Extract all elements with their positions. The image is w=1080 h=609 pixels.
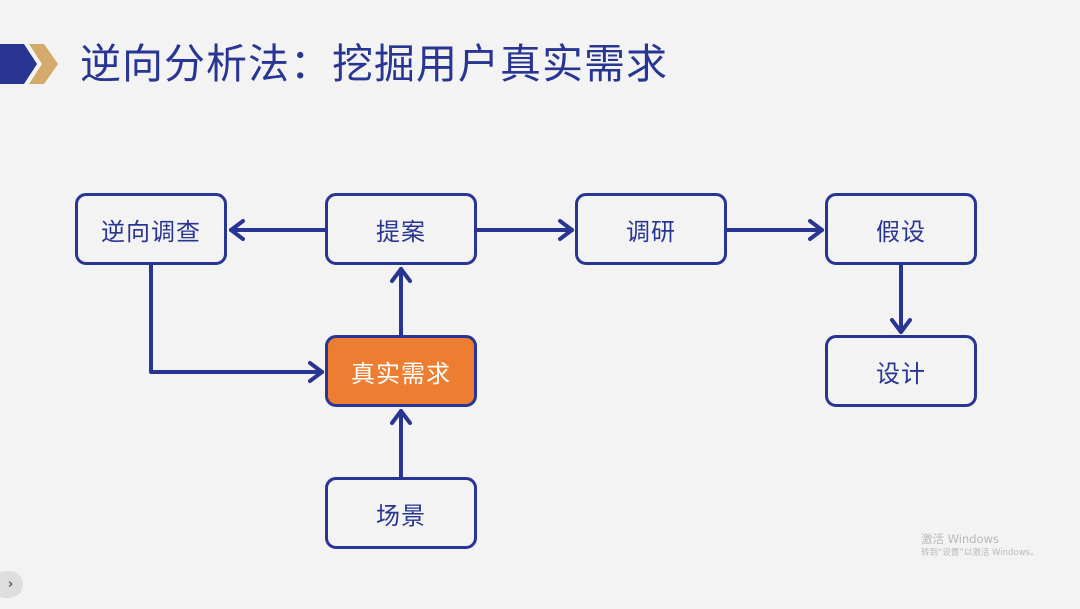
edge-reverse-survey-to-real-needs [149,263,324,383]
edge-proposal-to-research [474,219,574,241]
watermark-subtitle: 转到“设置”以激活 Windows。 [921,548,1039,558]
node-reverse-survey: 逆向调查 [75,193,227,265]
edge-proposal-to-reverse-survey [229,219,328,241]
node-design: 设计 [825,335,977,407]
edge-scenario-to-real-needs [390,409,412,480]
edge-hypothesis-to-design [890,263,912,334]
edge-research-to-hypothesis [725,219,824,241]
diagram-connectors [149,219,912,480]
node-research: 调研 [575,193,727,265]
node-proposal: 提案 [325,193,477,265]
chevron-right-icon: › [7,577,14,592]
watermark-title: 激活 Windows [921,532,999,546]
edge-real-needs-to-proposal [390,267,412,338]
node-real-needs: 真实需求 [325,335,477,407]
windows-activation-watermark: 激活 Windows 转到“设置”以激活 Windows。 [921,532,1038,559]
node-scenario: 场景 [325,477,477,549]
node-hypothesis: 假设 [825,193,977,265]
